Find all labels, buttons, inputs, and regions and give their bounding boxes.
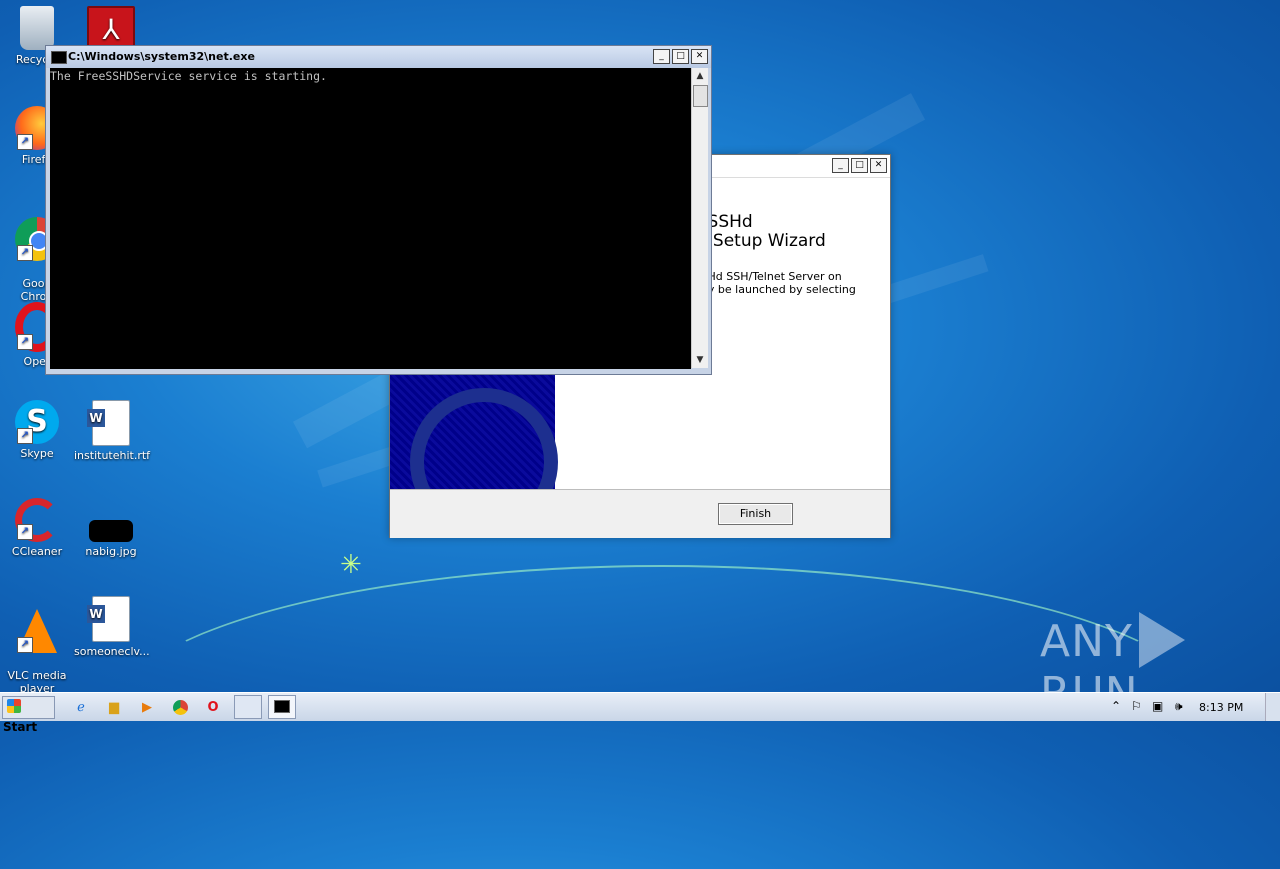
close-button[interactable]: ✕ (691, 49, 708, 64)
scroll-thumb[interactable] (693, 85, 708, 107)
console-output[interactable]: The FreeSSHDService service is starting. (50, 68, 691, 369)
minimize-button[interactable]: _ (832, 158, 849, 173)
console-titlebar[interactable]: C:\Windows\system32\net.exe _ □ ✕ (46, 46, 711, 68)
desktop-icon-nabig-jpg[interactable]: nabig.jpg (74, 498, 148, 558)
show-desktop-button[interactable] (1265, 693, 1280, 721)
taskbar: Start ℯ ▆ ▶ O ⌃ ⚐ ▣ 🕪 8:13 PM (0, 692, 1280, 734)
network-icon[interactable]: ▣ (1152, 699, 1163, 713)
taskbar-task-console[interactable] (268, 695, 296, 719)
ccleaner-icon: ↗ (15, 498, 59, 542)
chrome-taskbar-icon[interactable] (169, 697, 191, 717)
windows-flag-icon (7, 699, 21, 713)
file-explorer-icon[interactable]: ▆ (103, 697, 125, 717)
desktop-icon-someoneclv[interactable]: W someoneclv... (74, 596, 150, 658)
volume-icon[interactable]: 🕪 (1175, 699, 1183, 714)
start-label: Start (3, 720, 38, 734)
scroll-up-arrow-icon[interactable]: ▲ (692, 68, 708, 84)
minimize-button[interactable]: _ (653, 49, 670, 64)
media-player-icon[interactable]: ▶ (136, 697, 158, 717)
desktop-icon-vlc[interactable]: ↗ VLC media player (0, 596, 74, 695)
internet-explorer-icon[interactable]: ℯ (70, 697, 92, 717)
finish-button[interactable]: Finish (718, 503, 793, 525)
recycle-bin-icon (20, 6, 54, 50)
console-window: C:\Windows\system32\net.exe _ □ ✕ The Fr… (45, 45, 712, 375)
taskbar-task-setup-wizard[interactable] (234, 695, 262, 719)
vlc-cone-icon: ↗ (17, 609, 57, 653)
console-title: C:\Windows\system32\net.exe (68, 50, 255, 63)
system-tray: ⌃ ⚐ ▣ 🕪 (1105, 693, 1280, 721)
image-file-icon (89, 520, 133, 542)
sparkle-icon: ✳ (340, 550, 362, 580)
action-center-flag-icon[interactable]: ⚐ (1131, 699, 1142, 713)
desktop-icon-label: nabig.jpg (85, 545, 137, 558)
clock[interactable]: 8:13 PM (1199, 701, 1243, 714)
watermark-text: ANY (1040, 616, 1133, 667)
scroll-down-arrow-icon[interactable]: ▼ (692, 352, 708, 368)
word-document-icon: W (87, 400, 130, 446)
desktop-icon-label: someoneclv... (74, 645, 150, 658)
console-scrollbar[interactable]: ▲ ▼ (691, 68, 708, 368)
start-button[interactable]: Start (2, 696, 55, 734)
desktop-icon-institutehit-rtf[interactable]: W institutehit.rtf (74, 400, 151, 462)
desktop-icon-skype[interactable]: S ↗ Skype (0, 400, 74, 460)
console-icon (51, 51, 67, 64)
wizard-footer: Finish (390, 489, 890, 538)
word-document-icon: W (87, 596, 130, 642)
maximize-button[interactable]: □ (851, 158, 868, 173)
desktop-icon-label: CCleaner (11, 545, 63, 558)
desktop-icon-ccleaner[interactable]: ↗ CCleaner (0, 498, 74, 558)
maximize-button[interactable]: □ (672, 49, 689, 64)
opera-taskbar-icon[interactable]: O (202, 697, 224, 717)
desktop-icon-label: institutehit.rtf (74, 449, 151, 462)
skype-icon: S ↗ (15, 400, 59, 444)
play-triangle-icon (1138, 612, 1185, 668)
show-hidden-icons-icon[interactable]: ⌃ (1111, 699, 1121, 713)
desktop-icon-label: Skype (20, 447, 54, 460)
close-button[interactable]: ✕ (870, 158, 887, 173)
